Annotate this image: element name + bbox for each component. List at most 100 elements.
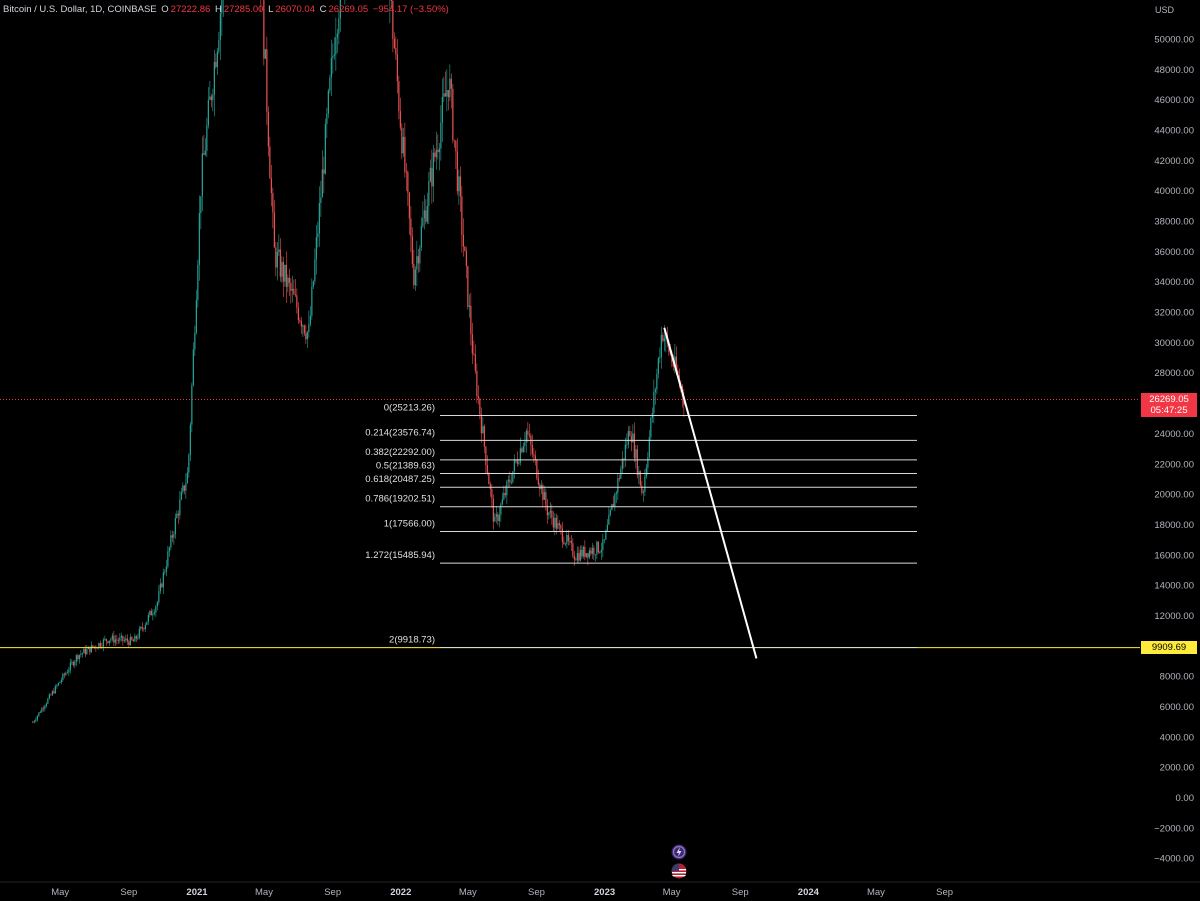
candle-body — [149, 610, 151, 616]
candle-body — [200, 196, 202, 214]
candle-body — [77, 655, 79, 660]
candle-body — [123, 640, 125, 641]
candle-body — [117, 640, 119, 641]
candle-body — [213, 61, 215, 95]
candle-body — [635, 449, 637, 459]
candle-body — [591, 547, 593, 554]
candle-body — [59, 682, 61, 683]
candle-body — [503, 492, 505, 500]
price-tick-label: 20000.00 — [1154, 490, 1194, 501]
open-value: 27222.86 — [170, 4, 211, 15]
candle-body — [657, 358, 659, 374]
candle-body — [309, 315, 311, 325]
candle-body — [50, 694, 52, 696]
candle-body — [185, 483, 187, 491]
candle-body — [51, 691, 53, 695]
candle-body — [411, 236, 413, 265]
candle-body — [102, 639, 104, 647]
candle-body — [585, 553, 587, 557]
candle-body — [293, 288, 295, 295]
candle-body — [659, 356, 661, 359]
candle-body — [660, 334, 662, 357]
candle-body — [518, 462, 520, 464]
candle-body — [455, 140, 457, 152]
price-chart[interactable]: 0(25213.26) 0.214(23576.74) 0.382(22292.00… — [0, 0, 1200, 901]
open-label: O — [161, 4, 169, 15]
candle-body — [567, 535, 569, 541]
candle-body — [56, 685, 58, 687]
candle-body — [78, 654, 80, 660]
candle-body — [116, 639, 118, 641]
candle-body — [281, 261, 283, 277]
price-axis[interactable]: 50000.00 48000.00 46000.00 44000.00 42000.00… — [1140, 0, 1200, 882]
candle-body — [297, 307, 299, 321]
candle-body — [219, 13, 221, 40]
candle-body — [602, 539, 604, 550]
candle-body — [645, 467, 647, 477]
candle-body — [474, 354, 476, 371]
candle-body — [587, 553, 589, 558]
candle-body — [414, 269, 416, 286]
candle-body — [630, 436, 632, 442]
candle-body — [573, 556, 575, 560]
candle-body — [461, 196, 463, 235]
candle-body — [198, 213, 200, 265]
candle-body — [108, 640, 110, 643]
fib-level-label: 0.382(22292.00) — [365, 447, 435, 458]
candle-body — [311, 286, 313, 316]
candle-body — [53, 691, 55, 694]
candle-body — [41, 708, 43, 713]
candle-body — [134, 636, 136, 642]
candle-body — [164, 571, 166, 573]
candle-body — [536, 460, 538, 479]
candle-body — [441, 96, 443, 123]
candle-body — [189, 424, 191, 455]
price-tick-label: −4000.00 — [1154, 854, 1194, 865]
candle-body — [563, 541, 565, 544]
candle-body — [452, 88, 454, 140]
candle-body — [432, 152, 434, 187]
candle-body — [560, 525, 562, 529]
candle-body — [207, 99, 209, 126]
candle-body — [527, 430, 529, 435]
candle-body — [471, 334, 473, 354]
candle-body — [417, 256, 419, 264]
symbol-header: Bitcoin / U.S. Dollar, 1D, COINBASE O 272… — [3, 4, 451, 15]
candle-body — [143, 628, 145, 630]
candle-body — [170, 535, 172, 548]
candle-body — [596, 541, 598, 555]
candle-body — [491, 489, 493, 499]
price-tick-label: 22000.00 — [1154, 459, 1194, 470]
price-tick-label: 18000.00 — [1154, 520, 1194, 531]
candle-body — [609, 510, 611, 515]
time-tick-label: Sep — [528, 887, 545, 898]
price-tick-label: 28000.00 — [1154, 368, 1194, 379]
us-flag-icon[interactable] — [671, 863, 687, 879]
candle-body — [510, 482, 512, 483]
candle-body — [329, 77, 331, 91]
candle-body — [126, 638, 128, 642]
fib-level-label: 0.786(19202.51) — [365, 494, 435, 505]
candle-body — [519, 448, 521, 463]
candle-body — [84, 648, 86, 655]
candle-body — [504, 492, 506, 496]
lightning-icon[interactable] — [671, 844, 687, 860]
candle-body — [282, 261, 284, 282]
candle-body — [125, 638, 127, 641]
candle-body — [404, 136, 406, 173]
candle-body — [653, 391, 655, 414]
trend-line[interactable] — [663, 327, 758, 659]
candle-body — [438, 148, 440, 153]
candle-body — [324, 123, 326, 174]
candle-body — [578, 553, 580, 561]
candle-body — [644, 476, 646, 492]
candle-body — [326, 113, 328, 124]
time-tick-label: Sep — [936, 887, 953, 898]
candle-body — [323, 169, 325, 174]
price-tick-label: 48000.00 — [1154, 65, 1194, 76]
drawing-layer[interactable]: 0(25213.26) 0.214(23576.74) 0.382(22292.00… — [0, 327, 1140, 659]
time-axis[interactable]: May Sep 2021 May Sep 2022 May Sep 2023 May Sep 2024… — [0, 881, 1200, 898]
candle-body — [465, 250, 467, 266]
candle-body — [273, 212, 275, 248]
candle-body — [483, 426, 485, 447]
